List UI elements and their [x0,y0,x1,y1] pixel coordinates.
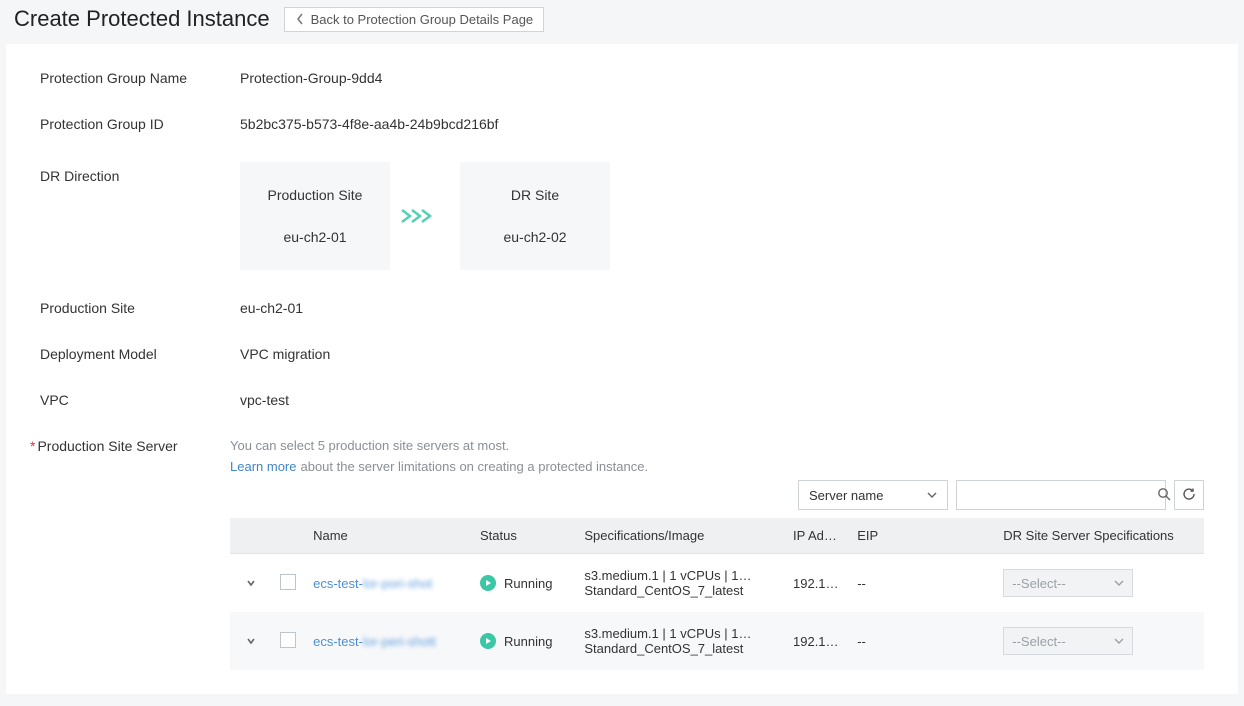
field-dr-direction: DR Direction Production Site eu-ch2-01 D… [40,162,1204,270]
spec-line-1: s3.medium.1 | 1 vCPUs | 1… [584,568,777,583]
caret-down-icon [927,488,937,503]
dr-site-box: DR Site eu-ch2-02 [460,162,610,270]
back-button-label: Back to Protection Group Details Page [311,12,534,27]
server-table-head: Name Status Specifications/Image IP Ad… … [230,518,1204,554]
main-panel: Protection Group Name Protection-Group-9… [6,44,1238,694]
field-protection-group-id: Protection Group ID 5b2bc375-b573-4f8e-a… [40,116,1204,132]
spec-line-1: s3.medium.1 | 1 vCPUs | 1… [584,626,777,641]
field-value: vpc-test [240,392,289,408]
filter-field-label: Server name [809,488,883,503]
field-protection-group-name: Protection Group Name Protection-Group-9… [40,70,1204,86]
field-label: Deployment Model [40,346,240,362]
learn-more-link[interactable]: Learn more [230,459,296,474]
ip-cell: 192.1… [785,554,849,613]
spec-line-2: Standard_CentOS_7_latest [584,583,777,598]
dr-spec-placeholder: --Select-- [1012,576,1065,591]
table-row: ecs-test-lor-peri-shott Running s3.mediu… [230,612,1204,670]
dr-site-box-value: eu-ch2-02 [503,229,566,245]
dr-spec-select[interactable]: --Select-- [1003,569,1133,597]
field-value: Protection-Group-9dd4 [240,70,382,86]
production-site-box-value: eu-ch2-01 [283,229,346,245]
dr-site-box-title: DR Site [511,187,559,203]
dr-spec-select[interactable]: --Select-- [1003,627,1133,655]
col-spec: Specifications/Image [576,518,785,554]
status-text: Running [504,576,552,591]
required-mark: * [30,438,35,454]
col-drspec: DR Site Server Specifications [995,518,1204,554]
eip-cell: -- [849,554,995,613]
row-checkbox[interactable] [280,574,296,590]
chevron-left-icon [295,13,305,25]
field-production-site-server: *Production Site Server You can select 5… [40,438,1204,670]
eip-cell: -- [849,612,995,670]
refresh-button[interactable] [1174,480,1204,510]
col-status: Status [472,518,576,554]
dr-direction-boxes: Production Site eu-ch2-01 DR Site eu-ch2… [240,162,610,270]
server-hint-line-2: Learn moreabout the server limitations o… [230,459,1204,474]
page-title: Create Protected Instance [14,6,270,32]
search-input-wrap [956,480,1166,510]
expand-toggle[interactable] [238,577,264,589]
field-label: Protection Group ID [40,116,240,132]
field-value: 5b2bc375-b573-4f8e-aa4b-24b9bcd216bf [240,116,498,132]
caret-down-icon [1114,634,1124,649]
caret-down-icon [1114,576,1124,591]
field-value: VPC migration [240,346,330,362]
col-ip: IP Ad… [785,518,849,554]
direction-arrow-icon [390,206,460,226]
field-deployment-model: Deployment Model VPC migration [40,346,1204,362]
top-bar: Create Protected Instance Back to Protec… [0,0,1244,44]
server-search-bar: Server name [230,480,1204,510]
expand-toggle[interactable] [238,635,264,647]
ip-cell: 192.1… [785,612,849,670]
field-vpc: VPC vpc-test [40,392,1204,408]
col-name: Name [305,518,472,554]
row-checkbox[interactable] [280,632,296,648]
search-input[interactable] [957,481,1149,509]
field-label: Production Site [40,300,240,316]
spec-line-2: Standard_CentOS_7_latest [584,641,777,656]
refresh-icon [1182,487,1196,504]
dr-spec-placeholder: --Select-- [1012,634,1065,649]
server-name-link[interactable]: ecs-test-lor-peri-shott [313,634,436,649]
table-row: ecs-test-lor-pori-shot Running s3.medium… [230,554,1204,613]
field-label: Protection Group Name [40,70,240,86]
server-name-link[interactable]: ecs-test-lor-pori-shot [313,576,432,591]
production-site-box: Production Site eu-ch2-01 [240,162,390,270]
server-table: Name Status Specifications/Image IP Ad… … [230,518,1204,670]
filter-field-select[interactable]: Server name [798,480,948,510]
field-label: VPC [40,392,240,408]
status-running-icon [480,575,496,591]
field-label: DR Direction [40,162,240,184]
field-value: eu-ch2-01 [240,300,303,316]
status-running-icon [480,633,496,649]
field-production-site: Production Site eu-ch2-01 [40,300,1204,316]
col-eip: EIP [849,518,995,554]
server-hint-line-1: You can select 5 production site servers… [230,438,1204,453]
back-button[interactable]: Back to Protection Group Details Page [284,7,545,32]
field-label: *Production Site Server [30,438,230,454]
production-site-box-title: Production Site [268,187,363,203]
status-text: Running [504,634,552,649]
